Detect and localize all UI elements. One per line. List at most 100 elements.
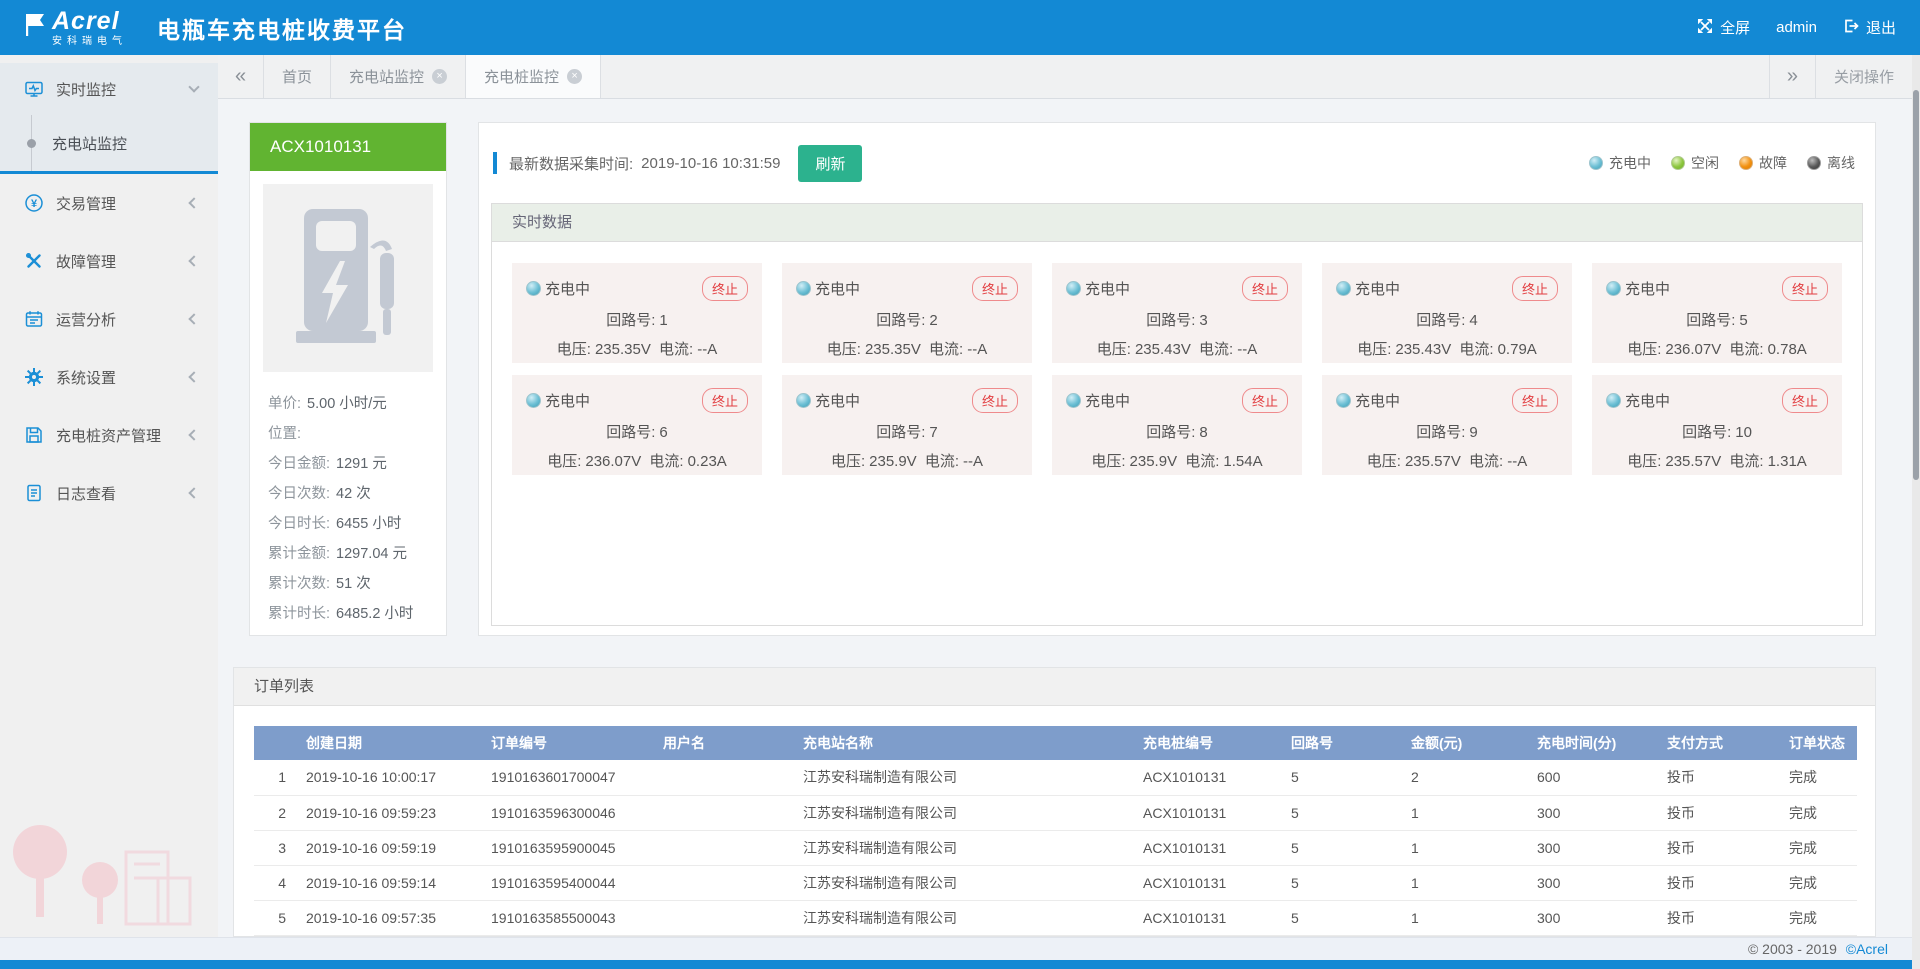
- cell-order-no: 1910163585500043: [483, 900, 655, 935]
- cell-order-status: 完成: [1781, 900, 1857, 935]
- idle-status-icon: [1671, 156, 1685, 170]
- col-order-status: 订单状态: [1781, 726, 1857, 760]
- circuit-card-5: 充电中终止 回路号:5 电压:236.07V 电流:0.78A: [1592, 263, 1842, 363]
- sidebar-item-pile-assets[interactable]: 充电桩资产管理: [0, 406, 218, 464]
- cell-charge-time: 600: [1529, 760, 1659, 795]
- legend-charging: 充电中: [1589, 153, 1651, 173]
- circuit-readings: 电压:235.43V 电流:0.79A: [1336, 338, 1558, 359]
- stop-button[interactable]: 终止: [702, 276, 748, 301]
- sidebar-item-faults[interactable]: 故障管理: [0, 232, 218, 290]
- col-rownum: [254, 726, 298, 760]
- cell-rownum: 4: [254, 865, 298, 900]
- bottom-accent-bar: [0, 960, 1920, 969]
- cell-charge-time: 300: [1529, 830, 1659, 865]
- tab-label: 首页: [282, 66, 312, 87]
- cell-order-status: 完成: [1781, 795, 1857, 830]
- cell-order-no: 1910163601700047: [483, 760, 655, 795]
- stop-button[interactable]: 终止: [1242, 276, 1288, 301]
- cell-circuit-no: 5: [1283, 900, 1403, 935]
- sidebar-item-realtime-monitor[interactable]: 实时监控: [0, 63, 218, 115]
- sidebar-item-label: 系统设置: [56, 367, 190, 388]
- monitor-icon: [24, 79, 44, 99]
- tab-station-monitor[interactable]: 充电站监控 ×: [331, 55, 466, 98]
- fullscreen-button[interactable]: 全屏: [1697, 17, 1750, 38]
- vertical-scrollbar[interactable]: [1912, 55, 1920, 969]
- logout-button[interactable]: 退出: [1843, 17, 1896, 38]
- stat-today-duration: 今日时长:6455 小时: [268, 509, 428, 539]
- tabs-scroll-right-button[interactable]: »: [1769, 55, 1815, 98]
- chevron-down-icon: [188, 81, 199, 92]
- sidebar-group-realtime: 实时监控 充电站监控: [0, 63, 218, 171]
- circuit-readings: 电压:235.57V 电流:--A: [1336, 450, 1558, 471]
- copyright-text: © 2003 - 2019: [1748, 941, 1837, 957]
- orders-title: 订单列表: [234, 668, 1875, 706]
- stop-button[interactable]: 终止: [972, 276, 1018, 301]
- legend-idle: 空闲: [1671, 153, 1719, 173]
- close-tab-icon[interactable]: ×: [567, 69, 582, 84]
- charging-status-icon: [1336, 281, 1351, 296]
- main-content: ACX1010131 单价:5.00 小时/元 位置:: [218, 99, 1912, 937]
- stat-total-count: 累计次数:51 次: [268, 569, 428, 599]
- circuit-status: 充电中: [545, 390, 590, 411]
- cell-created: 2019-10-16 09:57:35: [298, 900, 483, 935]
- stop-button[interactable]: 终止: [1782, 276, 1828, 301]
- close-operations-button[interactable]: 关闭操作: [1815, 55, 1912, 98]
- sidebar-item-transactions[interactable]: ¥ 交易管理: [0, 174, 218, 232]
- stop-button[interactable]: 终止: [1242, 388, 1288, 413]
- collect-time-value: 2019-10-16 10:31:59: [641, 155, 780, 172]
- username[interactable]: admin: [1776, 19, 1817, 36]
- refresh-button[interactable]: 刷新: [798, 145, 862, 182]
- stat-today-count: 今日次数:42 次: [268, 479, 428, 509]
- cell-pile-no: ACX1010131: [1135, 795, 1283, 830]
- cell-station-name: 江苏安科瑞制造有限公司: [795, 865, 1135, 900]
- sidebar-item-label: 运营分析: [56, 309, 190, 330]
- scrollbar-thumb[interactable]: [1913, 90, 1919, 480]
- tab-pile-monitor[interactable]: 充电桩监控 ×: [466, 55, 601, 98]
- cell-station-name: 江苏安科瑞制造有限公司: [795, 760, 1135, 795]
- logout-icon: [1843, 18, 1859, 38]
- circuit-status: 充电中: [815, 390, 860, 411]
- close-tab-icon[interactable]: ×: [432, 69, 447, 84]
- cell-station-name: 江苏安科瑞制造有限公司: [795, 830, 1135, 865]
- tab-label: 充电站监控: [349, 66, 424, 87]
- circuit-number: 回路号:1: [526, 309, 748, 330]
- header-actions: 全屏 admin 退出: [1697, 17, 1896, 38]
- charging-pile-icon: [288, 201, 408, 356]
- brand-link[interactable]: ©Acrel: [1846, 941, 1888, 957]
- cell-order-no: 1910163595400044: [483, 865, 655, 900]
- sidebar-item-settings[interactable]: 系统设置: [0, 348, 218, 406]
- col-charge-time: 充电时间(分): [1529, 726, 1659, 760]
- chevron-left-icon: [188, 255, 199, 266]
- circuit-status: 充电中: [1625, 390, 1670, 411]
- circuit-card-7: 充电中终止 回路号:7 电压:235.9V 电流:--A: [782, 375, 1032, 475]
- cell-charge-time: 300: [1529, 865, 1659, 900]
- fault-icon: [24, 251, 44, 271]
- charging-status-icon: [796, 393, 811, 408]
- tab-bar: « 首页 充电站监控 × 充电桩监控 × » 关闭操作: [218, 55, 1912, 99]
- cell-circuit-no: 5: [1283, 760, 1403, 795]
- circuit-number: 回路号:5: [1606, 309, 1828, 330]
- stop-button[interactable]: 终止: [1782, 388, 1828, 413]
- sidebar-item-logs[interactable]: 日志查看: [0, 464, 218, 522]
- transaction-icon: ¥: [24, 193, 44, 213]
- stop-button[interactable]: 终止: [1512, 276, 1558, 301]
- fullscreen-icon: [1697, 18, 1713, 38]
- charging-status-icon: [526, 281, 541, 296]
- chevron-left-icon: [188, 313, 199, 324]
- stop-button[interactable]: 终止: [972, 388, 1018, 413]
- table-header-row: 创建日期 订单编号 用户名 充电站名称 充电桩编号 回路号 金额(元) 充电时间…: [254, 726, 1857, 760]
- fullscreen-label: 全屏: [1720, 17, 1750, 38]
- sidebar-item-station-monitor[interactable]: 充电站监控: [0, 115, 218, 171]
- tab-home[interactable]: 首页: [264, 55, 331, 98]
- sidebar-item-label: 交易管理: [56, 193, 190, 214]
- cell-username: [655, 900, 795, 935]
- cell-order-no: 1910163596300046: [483, 795, 655, 830]
- cell-pile-no: ACX1010131: [1135, 760, 1283, 795]
- tabs-scroll-left-button[interactable]: «: [218, 55, 264, 98]
- cell-order-no: 1910163595900045: [483, 830, 655, 865]
- cell-created: 2019-10-16 09:59:14: [298, 865, 483, 900]
- stop-button[interactable]: 终止: [702, 388, 748, 413]
- stop-button[interactable]: 终止: [1512, 388, 1558, 413]
- cell-rownum: 3: [254, 830, 298, 865]
- sidebar-item-analytics[interactable]: 运营分析: [0, 290, 218, 348]
